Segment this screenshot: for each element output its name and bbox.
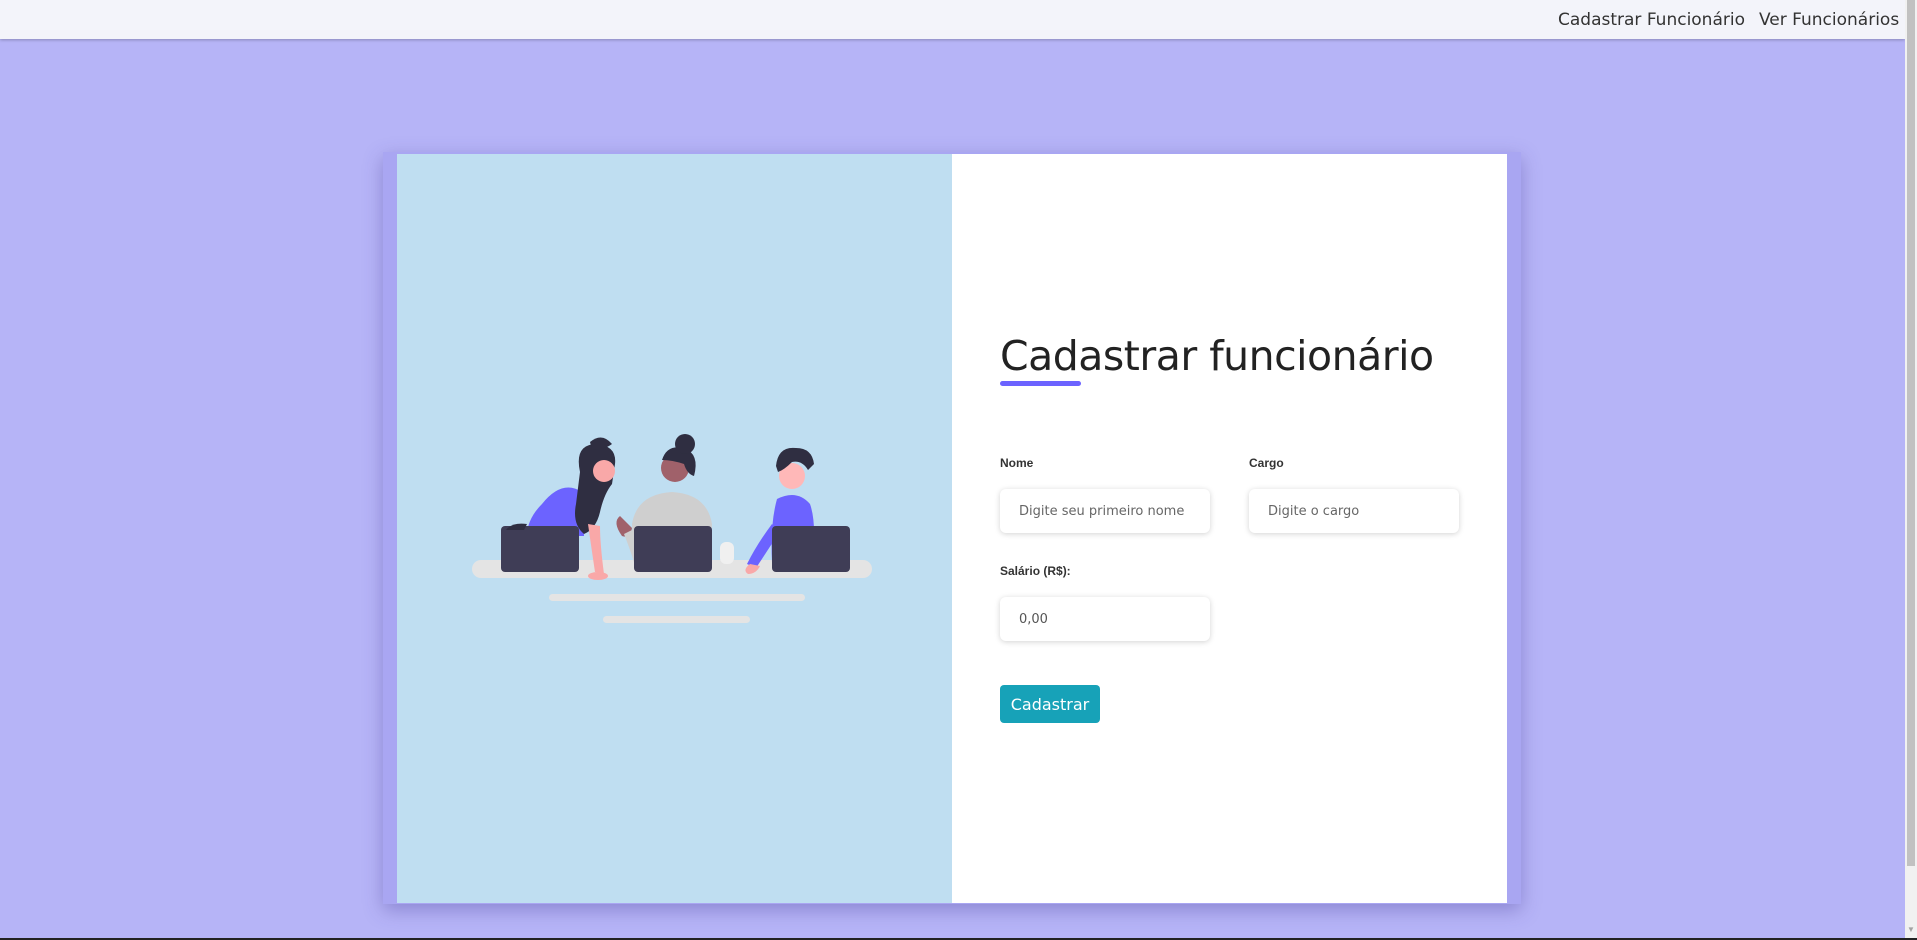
scroll-down-arrow-icon[interactable]: ▼ bbox=[1905, 924, 1917, 936]
salario-input[interactable] bbox=[1000, 597, 1210, 641]
nav-link-ver-funcionarios[interactable]: Ver Funcionários bbox=[1759, 10, 1899, 30]
vertical-scrollbar[interactable]: ▼ bbox=[1905, 0, 1917, 938]
title-underline bbox=[1000, 381, 1081, 386]
nome-input[interactable] bbox=[1000, 489, 1210, 533]
nome-label: Nome bbox=[1000, 456, 1034, 470]
register-card: Cadastrar funcionário Nome Cargo Salário… bbox=[397, 154, 1507, 903]
cadastrar-button[interactable]: Cadastrar bbox=[1000, 685, 1100, 723]
nav-link-cadastrar-funcionario[interactable]: Cadastrar Funcionário bbox=[1558, 10, 1745, 30]
illustration-panel bbox=[397, 154, 952, 903]
cargo-input[interactable] bbox=[1249, 489, 1459, 533]
team-working-illustration bbox=[472, 434, 872, 623]
cargo-label: Cargo bbox=[1249, 456, 1284, 470]
page-title: Cadastrar funcionário bbox=[1000, 332, 1434, 380]
salario-label: Salário (R$): bbox=[1000, 564, 1071, 578]
top-navbar: Cadastrar Funcionário Ver Funcionários bbox=[0, 0, 1905, 39]
form-panel: Cadastrar funcionário Nome Cargo Salário… bbox=[952, 154, 1507, 903]
scrollbar-thumb[interactable] bbox=[1907, 0, 1915, 866]
